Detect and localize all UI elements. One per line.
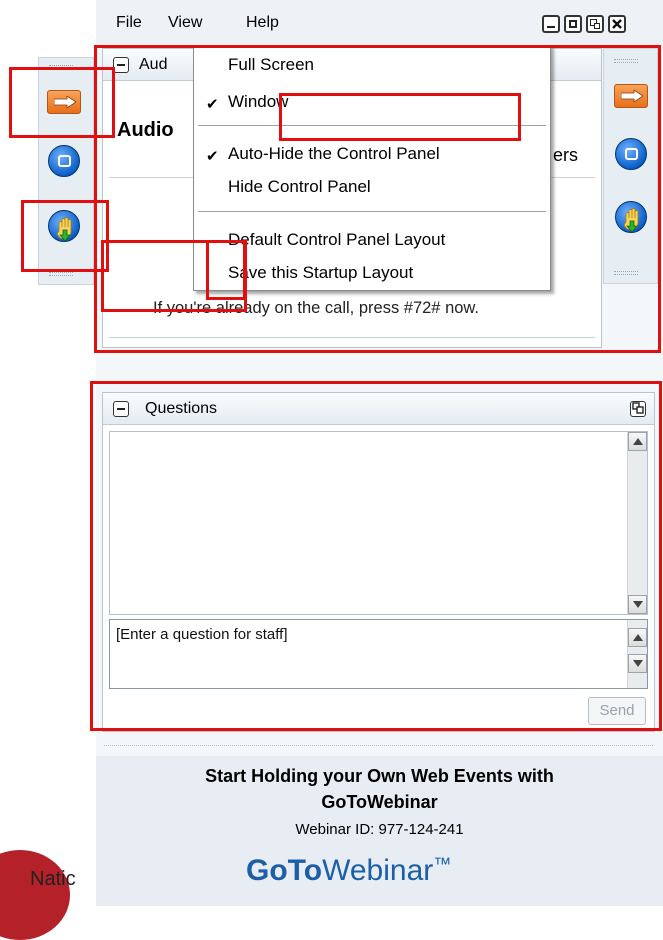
promo-line-1[interactable]: Start Holding your Own Web Events with: [96, 766, 663, 787]
toolbar-grip-icon[interactable]: [614, 271, 638, 275]
menu-file[interactable]: File: [116, 14, 142, 32]
detach-icon[interactable]: [586, 15, 604, 33]
raise-hand-icon[interactable]: [48, 210, 80, 242]
question-input[interactable]: [Enter a question for staff]: [109, 619, 648, 689]
collapse-icon[interactable]: [113, 401, 129, 417]
audio-title: Audio: [117, 119, 174, 141]
menu-separator: [198, 211, 546, 212]
close-icon[interactable]: [608, 15, 626, 33]
webinar-id: Webinar ID: 977-124-241: [295, 821, 464, 838]
menu-item-window[interactable]: Window: [228, 92, 288, 112]
view-menu-dropdown: Full Screen ✔ Window ✔ Auto-Hide the Con…: [193, 45, 551, 291]
menu-help[interactable]: Help: [246, 14, 279, 32]
audio-panel-header-label: Aud: [139, 56, 168, 73]
menu-item-full-screen[interactable]: Full Screen: [228, 55, 314, 75]
menu-item-default-layout[interactable]: Default Control Panel Layout: [228, 230, 445, 250]
show-panel-arrow-icon[interactable]: [47, 90, 81, 114]
check-icon: ✔: [206, 148, 219, 165]
question-input-scrollbar[interactable]: [627, 620, 647, 688]
scroll-down-icon[interactable]: [628, 595, 647, 614]
left-toolbar: [38, 57, 94, 285]
scroll-up-icon[interactable]: [628, 628, 647, 647]
menu-item-hide-control-panel[interactable]: Hide Control Panel: [228, 177, 371, 197]
background-partial-text: Natic: [30, 868, 76, 890]
question-log[interactable]: [109, 431, 648, 615]
questions-panel-header: Questions: [103, 393, 654, 425]
question-log-scrollbar[interactable]: [627, 432, 647, 614]
minimize-icon[interactable]: [542, 15, 560, 33]
promo-line-2[interactable]: GoToWebinar: [96, 792, 663, 813]
panel-bottom-edge: [104, 738, 653, 746]
audio-instruction: If you're already on the call, press #72…: [153, 299, 480, 317]
right-toolbar: [603, 48, 658, 284]
menu-item-save-startup-layout[interactable]: Save this Startup Layout: [228, 263, 413, 283]
raise-hand-icon[interactable]: [615, 201, 647, 233]
collapse-icon[interactable]: [113, 57, 129, 73]
gotowebinar-logo: GoToWebinar™: [246, 854, 452, 887]
questions-title: Questions: [145, 400, 218, 417]
scroll-down-icon[interactable]: [628, 654, 647, 673]
audio-divider: [109, 337, 595, 338]
send-button[interactable]: Send: [588, 697, 646, 725]
background-logo-swoosh: [0, 850, 70, 940]
toolbar-grip-icon[interactable]: [49, 272, 73, 276]
menu-separator: [198, 125, 546, 126]
screen-share-icon[interactable]: [615, 138, 647, 170]
expand-icon[interactable]: [630, 401, 646, 417]
check-icon: ✔: [206, 96, 219, 113]
toolbar-grip-icon[interactable]: [614, 59, 638, 63]
promo-area: Start Holding your Own Web Events with G…: [96, 756, 663, 906]
menu-bar: File View Help: [96, 0, 663, 46]
restore-icon[interactable]: [564, 15, 582, 33]
menu-item-auto-hide[interactable]: Auto-Hide the Control Panel: [228, 144, 440, 164]
audio-partial-text: ers: [553, 145, 579, 165]
scroll-up-icon[interactable]: [628, 432, 647, 451]
menu-view[interactable]: View: [168, 14, 202, 32]
questions-panel: Questions [Enter a question for staff] S…: [102, 392, 655, 732]
question-input-placeholder: [Enter a question for staff]: [116, 626, 288, 643]
screen-share-icon[interactable]: [48, 145, 80, 177]
show-panel-arrow-icon[interactable]: [614, 84, 648, 108]
toolbar-grip-icon[interactable]: [49, 65, 73, 69]
